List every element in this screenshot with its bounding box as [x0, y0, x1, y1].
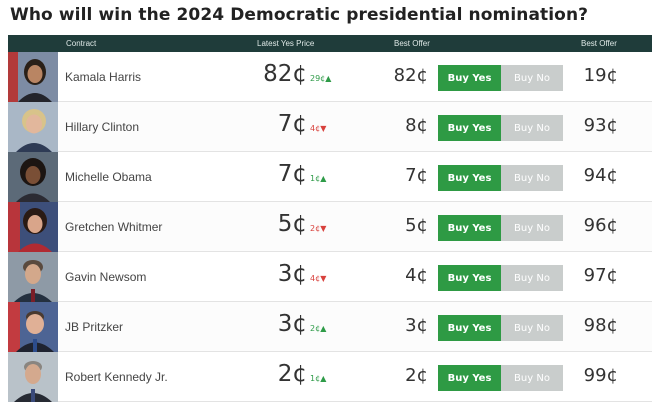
best-offer-no: 99¢ — [583, 365, 618, 386]
contract-name: Kamala Harris — [65, 70, 142, 84]
buy-yes-button[interactable]: Buy Yes — [438, 65, 501, 91]
contract-name: Hillary Clinton — [65, 120, 140, 134]
buy-yes-button[interactable]: Buy Yes — [438, 215, 501, 241]
latest-yes-price: 2¢ — [277, 361, 307, 387]
buy-no-button[interactable]: Buy No — [501, 65, 563, 91]
arrow-up-icon: ▲ — [325, 74, 332, 83]
price-change: 4¢▼ — [310, 124, 327, 133]
price-change: 2¢▲ — [310, 324, 327, 333]
table-row[interactable]: Robert Kennedy Jr. 2¢ 1¢▲ 2¢ Buy Yes Buy… — [8, 352, 652, 402]
buy-no-button[interactable]: Buy No — [501, 365, 563, 391]
latest-yes-price: 7¢ — [277, 111, 307, 137]
arrow-down-icon: ▼ — [320, 274, 327, 283]
best-offer-no: 96¢ — [583, 215, 618, 236]
latest-yes-price: 5¢ — [277, 211, 307, 237]
avatar — [8, 52, 58, 102]
avatar — [8, 102, 58, 152]
latest-yes-price: 3¢ — [277, 311, 307, 337]
contract-name: Michelle Obama — [65, 170, 152, 184]
price-change: 1¢▲ — [310, 174, 327, 183]
avatar — [8, 152, 58, 202]
page-title: Who will win the 2024 Democratic preside… — [10, 5, 589, 25]
column-header-best-offer-yes: Best Offer — [394, 39, 430, 48]
arrow-up-icon: ▲ — [320, 174, 327, 183]
buy-yes-button[interactable]: Buy Yes — [438, 265, 501, 291]
buy-yes-button[interactable]: Buy Yes — [438, 365, 501, 391]
contract-name: Gretchen Whitmer — [65, 220, 163, 234]
arrow-up-icon: ▲ — [320, 374, 327, 383]
best-offer-no: 93¢ — [583, 115, 618, 136]
best-offer-no: 98¢ — [583, 315, 618, 336]
buy-yes-button[interactable]: Buy Yes — [438, 165, 501, 191]
best-offer-yes: 2¢ — [405, 365, 428, 386]
arrow-down-icon: ▼ — [320, 224, 327, 233]
table-row[interactable]: Michelle Obama 7¢ 1¢▲ 7¢ Buy Yes Buy No … — [8, 152, 652, 202]
column-header-latest-yes-price: Latest Yes Price — [257, 39, 315, 48]
price-change: 1¢▲ — [310, 374, 327, 383]
table-row[interactable]: Gavin Newsom 3¢ 4¢▼ 4¢ Buy Yes Buy No 97… — [8, 252, 652, 302]
latest-yes-price: 82¢ — [263, 61, 307, 87]
price-change: 2¢▼ — [310, 224, 327, 233]
buy-no-button[interactable]: Buy No — [501, 165, 563, 191]
table-row[interactable]: JB Pritzker 3¢ 2¢▲ 3¢ Buy Yes Buy No 98¢ — [8, 302, 652, 352]
buy-no-button[interactable]: Buy No — [501, 265, 563, 291]
buy-no-button[interactable]: Buy No — [501, 315, 563, 341]
contract-name: JB Pritzker — [65, 320, 124, 334]
column-header-contract: Contract — [66, 39, 97, 48]
best-offer-yes: 4¢ — [405, 265, 428, 286]
best-offer-yes: 8¢ — [405, 115, 428, 136]
buy-no-button[interactable]: Buy No — [501, 115, 563, 141]
arrow-down-icon: ▼ — [320, 124, 327, 133]
buy-yes-button[interactable]: Buy Yes — [438, 315, 501, 341]
avatar — [8, 352, 58, 402]
avatar — [8, 252, 58, 302]
price-change: 4¢▼ — [310, 274, 327, 283]
table-header: Contract Latest Yes Price Best Offer Bes… — [8, 35, 652, 52]
table-row[interactable]: Gretchen Whitmer 5¢ 2¢▼ 5¢ Buy Yes Buy N… — [8, 202, 652, 252]
table-row[interactable]: Kamala Harris 82¢ 29¢▲ 82¢ Buy Yes Buy N… — [8, 52, 652, 102]
best-offer-yes: 82¢ — [393, 65, 428, 86]
avatar — [8, 202, 58, 252]
column-header-best-offer-no: Best Offer — [581, 39, 617, 48]
best-offer-no: 97¢ — [583, 265, 618, 286]
latest-yes-price: 3¢ — [277, 261, 307, 287]
contract-name: Gavin Newsom — [65, 270, 147, 284]
best-offer-yes: 5¢ — [405, 215, 428, 236]
arrow-up-icon: ▲ — [320, 324, 327, 333]
market-table: Contract Latest Yes Price Best Offer Bes… — [8, 35, 652, 405]
best-offer-no: 94¢ — [583, 165, 618, 186]
best-offer-yes: 3¢ — [405, 315, 428, 336]
table-row[interactable]: Hillary Clinton 7¢ 4¢▼ 8¢ Buy Yes Buy No… — [8, 102, 652, 152]
best-offer-no: 19¢ — [583, 65, 618, 86]
price-change: 29¢▲ — [310, 74, 332, 83]
best-offer-yes: 7¢ — [405, 165, 428, 186]
latest-yes-price: 7¢ — [277, 161, 307, 187]
avatar — [8, 302, 58, 352]
buy-yes-button[interactable]: Buy Yes — [438, 115, 501, 141]
buy-no-button[interactable]: Buy No — [501, 215, 563, 241]
contract-name: Robert Kennedy Jr. — [65, 370, 168, 384]
